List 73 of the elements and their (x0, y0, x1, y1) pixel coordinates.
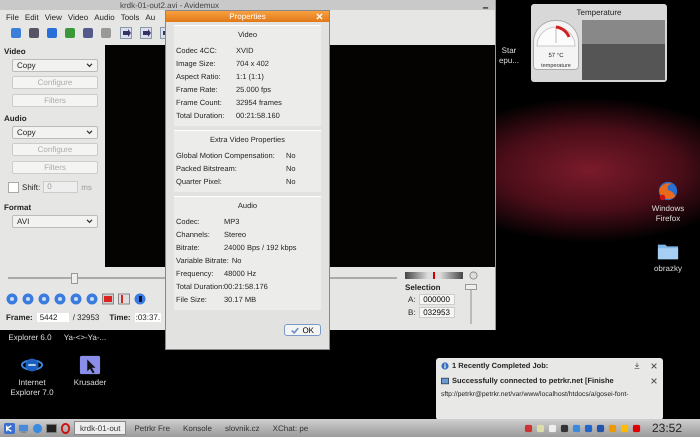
icon-label[interactable]: Krusader (74, 378, 106, 388)
computer-icon[interactable] (18, 422, 29, 434)
info-icon (441, 362, 449, 370)
taskbar-button[interactable]: Konsole (178, 421, 217, 435)
menu-item[interactable]: Tools (120, 12, 140, 22)
section-heading: Video (4, 47, 27, 56)
shift-label: Shift: (22, 182, 40, 192)
pointer-window-icon[interactable] (79, 354, 101, 376)
icon-label[interactable]: epu... (498, 56, 519, 66)
codec-dropdown[interactable]: Copy (12, 59, 98, 72)
icon-label[interactable]: Star (502, 46, 516, 56)
widget-title: Temperature (576, 8, 622, 17)
download-icon[interactable] (633, 362, 641, 370)
slider-handle[interactable] (71, 273, 78, 284)
marker-icon[interactable] (118, 293, 130, 305)
start-menu-icon[interactable] (4, 422, 15, 434)
window-title: krdk-01-out2.avi - Avidemux (120, 0, 220, 10)
taskbar-button[interactable]: Petrkr Fre (129, 421, 176, 435)
checkbox[interactable] (8, 182, 19, 192)
caret-icon (86, 63, 93, 68)
time-label: Time: (109, 313, 131, 322)
taskbar-button[interactable]: krdk-01-out (74, 421, 126, 435)
icon-label[interactable]: Windows (652, 204, 684, 214)
frame-field[interactable]: 5442 (36, 313, 69, 322)
toolbar-icon[interactable] (140, 27, 152, 39)
time-field[interactable]: :03:37. (134, 313, 162, 322)
icon-label[interactable]: Explorer 6.0 (8, 333, 52, 343)
menu-item[interactable]: Video (68, 12, 88, 22)
selection-heading: Selection (405, 283, 442, 292)
marker-a-button[interactable]: 000000 (418, 294, 455, 305)
checkmark-icon (291, 326, 300, 334)
frame-label: Frame: (6, 313, 33, 322)
icon-label[interactable]: Firefox (656, 214, 680, 224)
caret-icon (86, 130, 93, 135)
toolbar-icon[interactable] (46, 27, 58, 39)
menu-item[interactable]: Audio (94, 12, 115, 22)
terminal-icon[interactable] (46, 422, 57, 434)
monitor-icon (441, 376, 449, 384)
icon-label[interactable]: obrazky (654, 264, 682, 274)
ok-button[interactable]: OK (284, 324, 321, 336)
close-icon[interactable] (650, 362, 658, 370)
slider-handle[interactable] (464, 284, 477, 290)
menu-item[interactable]: File (6, 12, 19, 22)
unit-label: ms (81, 182, 92, 192)
menu-item[interactable]: Edit (24, 12, 39, 22)
codec-dropdown[interactable]: Copy (12, 126, 98, 139)
icon-label[interactable]: Ya-<>-Ya-... (64, 333, 106, 343)
circle-icon[interactable] (469, 271, 478, 280)
globe-fox-icon[interactable] (657, 180, 679, 202)
close-icon[interactable] (650, 376, 658, 384)
b-label: B: (408, 308, 416, 317)
icon-label[interactable]: Explorer 7.0 (10, 388, 54, 398)
section-heading: Audio (4, 114, 28, 123)
menu-item[interactable]: Au (145, 12, 156, 22)
taskbar-button[interactable]: XChat: pe (268, 421, 314, 435)
caret-icon (86, 219, 93, 224)
menu-item[interactable]: View (44, 12, 62, 22)
toolbar-icon[interactable] (120, 27, 132, 39)
frame-total: / 32953 (72, 313, 100, 322)
window-title: Properties (229, 12, 266, 21)
taskbar-button[interactable]: slovnik.cz (220, 421, 265, 435)
clock[interactable]: 23:52 (652, 421, 682, 435)
toolbar-icon[interactable] (82, 27, 94, 39)
toolbar-icon[interactable] (28, 27, 40, 39)
icon-label[interactable]: Internet (18, 378, 46, 388)
format-dropdown[interactable]: AVI (12, 215, 98, 228)
gauge-dial-drawing (536, 23, 576, 47)
navigation-icon[interactable] (134, 293, 146, 305)
marker-b-button[interactable]: 032953 (418, 307, 455, 318)
volume-meter (405, 272, 463, 279)
section-heading: Format (4, 203, 32, 212)
marker-icon[interactable] (102, 293, 114, 305)
a-label: A: (408, 295, 416, 304)
